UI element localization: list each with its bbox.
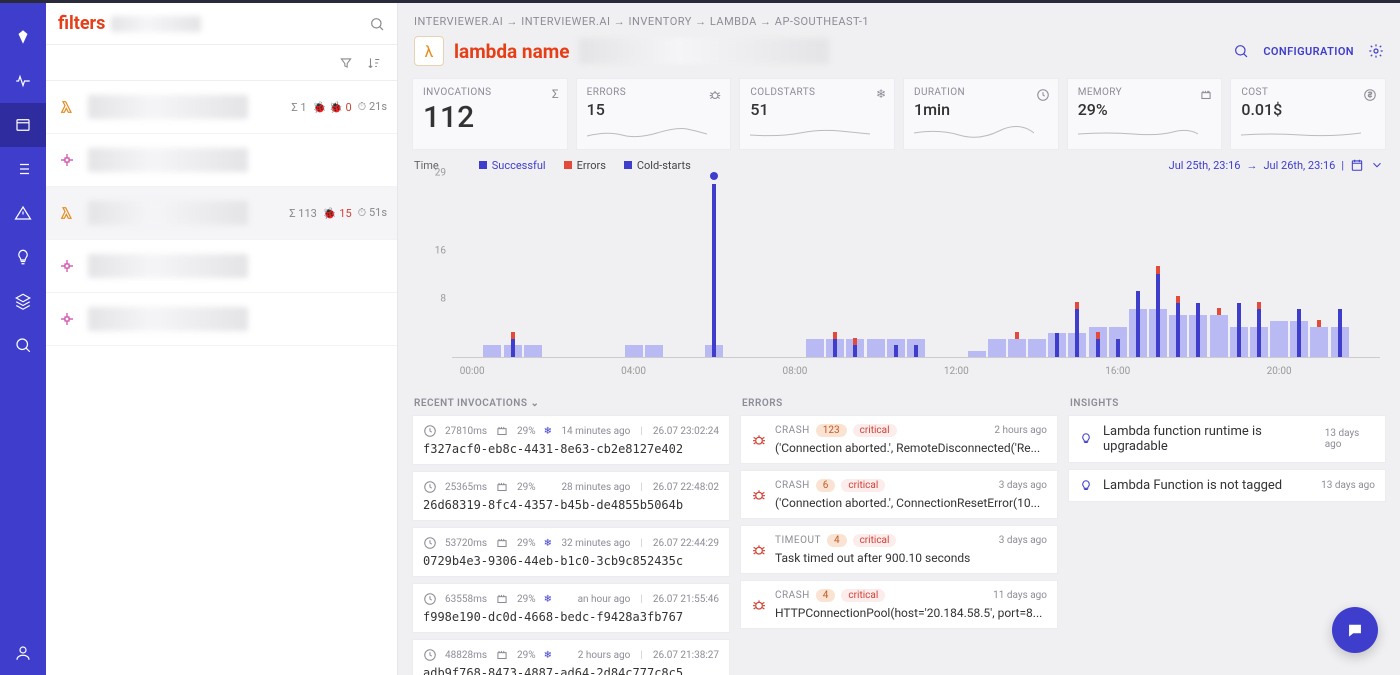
sidebar-item[interactable] [46, 293, 397, 346]
memory-icon [495, 424, 509, 438]
invocation-row[interactable]: 27810ms 29% ❄ 14 minutes ago|26.07 23:02… [412, 415, 730, 465]
nav-list-icon[interactable] [0, 147, 46, 191]
clock-icon [423, 592, 437, 606]
nav-logo[interactable] [0, 15, 46, 59]
redacted [579, 38, 829, 64]
insight-row[interactable]: Lambda Function is not tagged13 days ago [1068, 469, 1386, 502]
chevron-down-icon[interactable] [1370, 158, 1384, 172]
search-icon[interactable] [1233, 43, 1249, 59]
memory-icon [495, 592, 509, 606]
nav-layers-icon[interactable] [0, 279, 46, 323]
breadcrumb-item[interactable]: INVENTORY [629, 15, 710, 28]
calendar-icon[interactable] [1350, 158, 1364, 172]
snowflake-icon: ❄ [544, 594, 552, 605]
sidebar-item[interactable] [46, 134, 397, 187]
stat-errors[interactable]: ERRORS15 [576, 78, 732, 150]
breadcrumb[interactable]: INTERVIEWER.AIINTERVIEWER.AIINVENTORYLAM… [398, 3, 1400, 28]
invocation-row[interactable]: 63558ms 29% ❄ an hour ago|26.07 21:55:46… [412, 583, 730, 633]
breadcrumb-item[interactable]: INTERVIEWER.AI [414, 15, 521, 28]
memory-icon [495, 536, 509, 550]
bulb-icon [1079, 432, 1093, 447]
dollar-icon [1363, 87, 1377, 102]
breadcrumb-item[interactable]: AP-SOUTHEAST-1 [775, 15, 869, 28]
clock-icon [1036, 87, 1050, 102]
nav-alert-icon[interactable] [0, 191, 46, 235]
memory-icon [495, 648, 509, 662]
breadcrumb-item[interactable]: INTERVIEWER.AI [521, 15, 628, 28]
memory-icon [495, 480, 509, 494]
legend-errors[interactable]: Errors [564, 159, 606, 172]
redacted [88, 307, 248, 331]
filter-icon[interactable] [339, 55, 353, 70]
date-range[interactable]: Jul 25th, 23:16 → Jul 26th, 23:16 | [1169, 158, 1384, 172]
sidebar-item[interactable]: Σ 113🐞 15⏱ 51s [46, 187, 397, 240]
bug-icon [751, 487, 767, 503]
snowflake-icon: ❄ [876, 87, 886, 101]
lambda-name-annotation: lambda name [454, 40, 569, 63]
configuration-link[interactable]: CONFIGURATION [1263, 45, 1354, 58]
snowflake-icon: ❄ [544, 426, 552, 437]
errors-panel: ERRORS CRASH123critical2 hours ago ('Con… [740, 392, 1058, 665]
layer-icon [56, 149, 78, 171]
sort-icon[interactable] [367, 55, 381, 70]
chevron-down-icon[interactable]: ⌄ [530, 398, 539, 409]
error-row[interactable]: TIMEOUT4critical3 days ago Task timed ou… [740, 525, 1058, 574]
invocation-row[interactable]: 25365ms 29% 28 minutes ago|26.07 22:48:0… [412, 471, 730, 521]
bug-icon [751, 597, 767, 613]
error-row[interactable]: CRASH123critical2 hours ago ('Connection… [740, 415, 1058, 464]
gear-icon[interactable] [1368, 43, 1384, 59]
stat-coldstarts[interactable]: ❄COLDSTARTS51 [739, 78, 895, 150]
invocation-row[interactable]: 48828ms 29% ❄ 2 hours ago|26.07 21:38:27… [412, 639, 730, 675]
filters-annotation: filters [58, 13, 105, 34]
sidebar-item[interactable]: Σ 1🐞 🐞 0⏱ 21s [46, 81, 397, 134]
redacted [88, 254, 248, 278]
snowflake-icon: ❄ [544, 650, 552, 661]
legend-successful[interactable]: Successful [479, 159, 546, 172]
bulb-icon [1079, 478, 1093, 493]
memory-icon [1199, 87, 1213, 102]
chat-bubble[interactable] [1332, 607, 1378, 653]
sidebar: filters Σ 1🐞 🐞 0⏱ 21s Σ 113🐞 15⏱ 51s [46, 3, 398, 675]
clock-icon [423, 536, 437, 550]
bug-icon [751, 542, 767, 558]
error-row[interactable]: CRASH4critical11 days ago HTTPConnection… [740, 580, 1058, 629]
clock-icon [423, 480, 437, 494]
lambda-icon: λ [414, 36, 444, 66]
sidebar-item[interactable] [46, 240, 397, 293]
invocations-chart[interactable]: 81629 00:0004:0008:0012:0016:0020:00 [412, 178, 1386, 384]
stat-memory[interactable]: MEMORY29% [1067, 78, 1223, 150]
stat-cost[interactable]: COST0.01$ [1230, 78, 1386, 150]
recent-invocations-panel: RECENT INVOCATIONS ⌄ 27810ms 29% ❄ 14 mi… [412, 392, 730, 665]
search-icon[interactable] [369, 16, 385, 32]
clock-icon [423, 648, 437, 662]
stat-duration[interactable]: DURATION1min [903, 78, 1059, 150]
snowflake-icon: ❄ [544, 538, 552, 549]
breadcrumb-item[interactable]: LAMBDA [710, 15, 775, 28]
nav-user-icon[interactable] [0, 631, 46, 675]
sigma-icon: Σ [552, 87, 559, 101]
error-row[interactable]: CRASH6critical3 days ago ('Connection ab… [740, 470, 1058, 519]
bug-icon [751, 432, 767, 448]
layer-icon [56, 255, 78, 277]
invocation-row[interactable]: 53720ms 29% ❄ 32 minutes ago|26.07 22:44… [412, 527, 730, 577]
stat-invocations[interactable]: ΣINVOCATIONS112 [412, 78, 568, 150]
redacted [88, 201, 248, 225]
nav-rail [0, 3, 46, 675]
redacted [88, 95, 248, 119]
redacted [88, 148, 248, 172]
nav-bulb-icon[interactable] [0, 235, 46, 279]
clock-icon [423, 424, 437, 438]
insight-row[interactable]: Lambda function runtime is upgradable13 … [1068, 415, 1386, 463]
nav-search-icon[interactable] [0, 323, 46, 367]
layer-icon [56, 308, 78, 330]
redacted [111, 16, 201, 32]
nav-pulse-icon[interactable] [0, 59, 46, 103]
lambda-icon [56, 96, 78, 118]
legend-coldstarts[interactable]: Cold-starts [624, 159, 691, 172]
bug-icon [708, 87, 722, 102]
lambda-icon [56, 202, 78, 224]
nav-inventory-icon[interactable] [0, 103, 46, 147]
